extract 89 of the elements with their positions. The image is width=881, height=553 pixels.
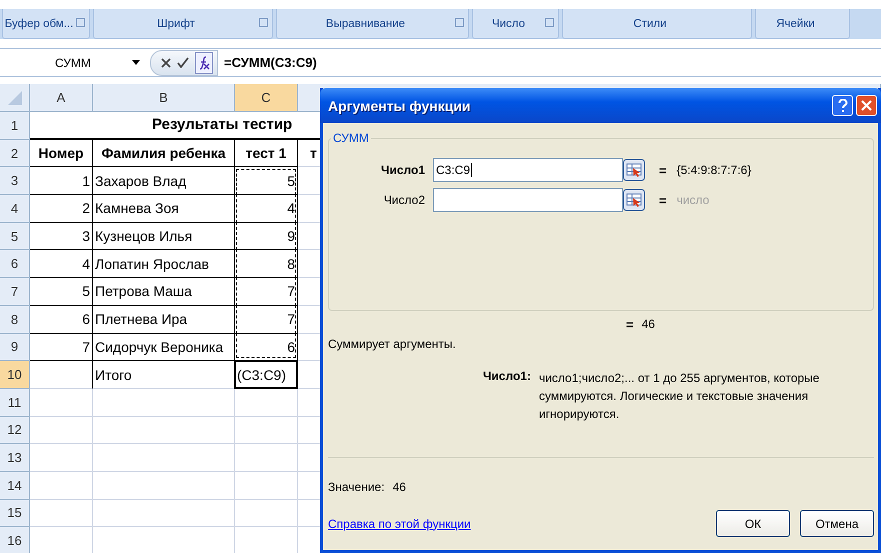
table-cell: Сидорчук Вероника [93,334,235,362]
table-cell [30,444,93,472]
ribbon-group-label: Ячейки [776,18,815,30]
table-cell: Плетнева Ира [93,306,235,334]
table-cell: 1 [30,167,93,196]
dialog-title: Аргументы функции [328,98,472,114]
row-header[interactable]: 14 [0,472,30,500]
table-cell: 4 [235,195,298,223]
table-cell: 3 [30,222,93,250]
row-header[interactable]: 4 [0,195,30,223]
argument-label: Число1 [380,163,425,177]
formula-result: 46 [642,317,655,331]
row-header[interactable]: 3 [0,167,30,196]
table-cell: Камнева Зоя [93,195,235,223]
value-label: Значение: [328,480,385,494]
table-cell: 7 [235,278,298,306]
row-header[interactable]: 7 [0,278,30,306]
table-title: Результаты тестир [152,116,292,134]
argument-result: {5:4:9:8:7:7:6} [676,163,752,177]
range-select-icon[interactable] [623,189,645,211]
close-icon[interactable] [856,95,877,116]
argument-help-label: Число1: [483,369,531,383]
column-header[interactable]: A [30,84,93,112]
ribbon-group-label: Стили [633,18,667,30]
table-cell: 8 [235,250,298,278]
help-link[interactable]: Справка по этой функции [328,516,471,530]
cancel-icon[interactable] [161,58,171,68]
formula-text[interactable]: =СУММ(C3:C9) [224,55,317,70]
table-cell: Номер [30,140,93,168]
argument-input[interactable] [433,188,623,212]
table-cell [30,388,93,417]
table-cell: 6 [30,306,93,334]
table-cell [30,361,93,389]
table-cell: 5 [30,278,93,306]
argument-result: число [676,193,710,207]
table-cell: тест 1 [235,140,298,168]
column-header[interactable]: B [93,84,235,112]
table-cell: Лопатин Ярослав [93,250,235,278]
table-cell: 6 [235,334,298,362]
row-header[interactable]: 6 [0,250,30,278]
argument-label: Число2 [382,193,425,207]
function-name: СУММ [332,131,370,145]
table-cell: Петрова Маша [93,278,235,306]
table-cell [30,500,93,528]
table-cell: 7 [30,334,93,362]
ok-button[interactable]: ОК [716,510,790,537]
dropdown-arrow-icon[interactable] [132,60,140,65]
column-header[interactable]: C [235,84,298,112]
row-header[interactable]: 16 [0,527,30,553]
row-header[interactable]: 10 [0,361,30,389]
corner-triangle-icon [8,90,22,104]
argument-help-text: число1;число2;... от 1 до 255 аргументов, которые суммируются. Логические и текстовые значения игнорируются. [538,370,820,423]
table-cell: 2 [30,195,93,223]
row-header[interactable]: 1 [0,112,30,140]
table-cell: Фамилия ребенка [93,140,235,168]
help-icon[interactable] [832,95,853,116]
argument-input[interactable]: C3:C9 [433,158,623,182]
table-cell [30,472,93,500]
equals-sign: = [659,162,667,178]
row-header[interactable]: 8 [0,306,30,334]
table-cell: 9 [235,222,298,250]
value-text: 46 [392,480,406,494]
table-cell [30,416,93,444]
ribbon-group-label: Число [492,18,526,30]
ribbon-group-label: Шрифт [157,18,195,30]
row-header[interactable]: 15 [0,500,30,528]
equals-sign: = [626,317,634,332]
table-cell: 4 [30,250,93,278]
table-cell: 7 [235,306,298,334]
function-description: Суммирует аргументы. [328,337,456,351]
range-select-icon[interactable] [623,159,645,181]
table-cell: (C3:C9) [235,361,298,389]
table-cell: 5 [235,167,298,196]
check-icon[interactable] [177,57,189,68]
row-header[interactable]: 9 [0,334,30,362]
ribbon-group-label: Выравнивание [326,18,406,30]
row-header[interactable]: 13 [0,444,30,472]
table-cell: Кузнецов Илья [93,222,235,250]
row-header[interactable]: 5 [0,222,30,250]
row-header[interactable]: 12 [0,416,30,444]
table-cell: Захаров Влад [93,167,235,196]
table-cell: Итого [93,361,235,389]
row-header[interactable]: 2 [0,140,30,168]
ribbon-group-label: Буфер обм... [4,18,74,30]
cancel-button[interactable]: Отмена [800,510,874,537]
insert-function-icon[interactable] [195,52,213,74]
name-box[interactable]: СУММ [0,56,150,70]
row-header[interactable]: 11 [0,388,30,417]
equals-sign: = [659,192,667,208]
